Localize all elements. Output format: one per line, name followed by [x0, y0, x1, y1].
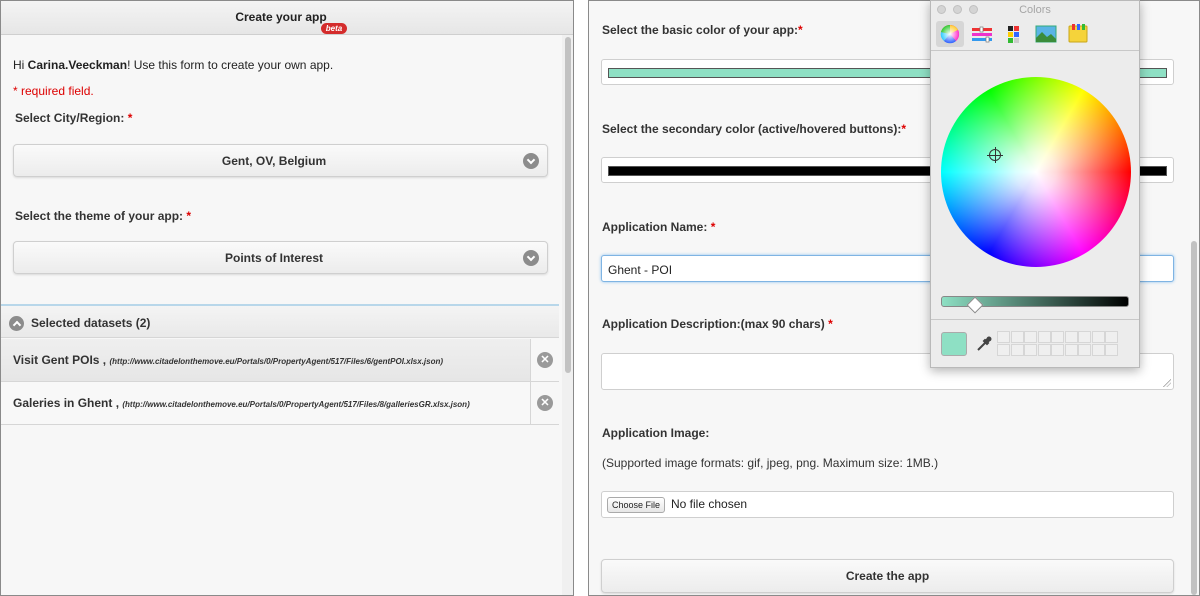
no-file-text: No file chosen	[671, 497, 748, 511]
greeting-text: Hi Carina.Veeckman! Use this form to cre…	[13, 58, 333, 72]
saved-swatch-cell[interactable]	[997, 331, 1010, 343]
color-picker-window: Colors	[930, 0, 1140, 368]
color-picker-title: Colors	[1019, 4, 1051, 16]
required-star: *	[710, 220, 716, 234]
saved-swatch-cell[interactable]	[1078, 344, 1091, 356]
greeting-prefix: Hi	[13, 58, 28, 72]
dataset-url: (http://www.citadelonthemove.eu/Portals/…	[122, 400, 470, 409]
datasets-collapsible-header[interactable]: Selected datasets (2)	[1, 304, 559, 338]
app-name-value: Ghent - POI	[608, 263, 673, 277]
app-image-note: (Supported image formats: gif, jpeg, png…	[602, 456, 939, 470]
image-palettes-icon[interactable]	[1032, 21, 1060, 47]
app-description-label-text: Application Description:(max 90 chars)	[602, 317, 825, 331]
secondary-color-label-text: Select the secondary color (active/hover…	[602, 122, 902, 136]
saved-swatch-cell[interactable]	[1024, 331, 1037, 343]
saved-swatch-cell[interactable]	[1105, 331, 1118, 343]
saved-swatch-cell[interactable]	[1105, 344, 1118, 356]
datasets-header-text: Selected datasets (2)	[31, 316, 151, 330]
required-star: *	[186, 209, 192, 223]
divider	[931, 50, 1139, 51]
scrollbar-thumb[interactable]	[1191, 241, 1197, 595]
choose-file-button[interactable]: Choose File	[607, 497, 665, 513]
city-label: Select City/Region: *	[15, 111, 132, 125]
beta-badge: beta	[321, 23, 347, 34]
saved-swatch-cell[interactable]	[1037, 331, 1051, 343]
saved-swatch-cell[interactable]	[1064, 331, 1078, 343]
required-star: *	[798, 23, 803, 37]
basic-color-label-text: Select the basic color of your app:	[602, 23, 799, 37]
create-app-button-label: Create the app	[845, 569, 930, 583]
color-wheel[interactable]	[941, 77, 1131, 267]
x-circle-icon: ✕	[537, 352, 553, 368]
scrollbar[interactable]	[562, 35, 573, 595]
crayons-icon[interactable]	[1064, 21, 1092, 47]
saved-swatches-grid	[997, 331, 1119, 357]
dataset-title: Galeries in Ghent ,	[13, 396, 120, 410]
secondary-color-label: Select the secondary color (active/hover…	[602, 122, 906, 136]
theme-select-value: Points of Interest	[224, 251, 323, 265]
dataset-name: Galeries in Ghent , (http://www.citadelo…	[13, 396, 470, 410]
color-mode-toolbar	[931, 19, 1139, 49]
chevron-up-icon	[9, 316, 24, 331]
saved-swatch-cell[interactable]	[1078, 331, 1091, 343]
city-select-value: Gent, OV, Belgium	[221, 154, 327, 168]
required-star: *	[828, 317, 833, 331]
remove-dataset-button[interactable]: ✕	[530, 339, 559, 381]
saved-swatch-cell[interactable]	[1051, 331, 1064, 343]
current-color-swatch[interactable]	[941, 332, 967, 356]
scrollbar-thumb[interactable]	[565, 37, 571, 373]
required-star: *	[901, 122, 907, 136]
palettes-icon[interactable]	[1000, 21, 1028, 47]
theme-select[interactable]: Points of Interest	[13, 241, 548, 274]
dataset-row: Galeries in Ghent , (http://www.citadelo…	[1, 382, 559, 425]
saved-swatch-cell[interactable]	[1091, 344, 1105, 356]
chevron-down-icon	[523, 153, 539, 169]
basic-color-label: Select the basic color of your app:*	[602, 23, 803, 37]
remove-dataset-button[interactable]: ✕	[530, 382, 559, 424]
city-select[interactable]: Gent, OV, Belgium	[13, 144, 548, 177]
scrollbar[interactable]	[1188, 241, 1199, 595]
saved-swatch-cell[interactable]	[1010, 331, 1024, 343]
saved-swatch-cell[interactable]	[997, 344, 1010, 356]
x-circle-icon: ✕	[537, 395, 553, 411]
create-app-panel: Create your app beta Hi Carina.Veeckman!…	[0, 0, 574, 596]
eyedropper-icon[interactable]	[975, 335, 993, 353]
saved-swatch-cell[interactable]	[1010, 344, 1024, 356]
theme-label: Select the theme of your app: *	[15, 209, 191, 223]
greeting-suffix: ! Use this form to create your own app.	[127, 58, 334, 72]
dataset-url: (http://www.citadelonthemove.eu/Portals/…	[109, 357, 444, 366]
chevron-down-icon	[523, 250, 539, 266]
dataset-name: Visit Gent POIs , (http://www.citadelont…	[13, 353, 443, 367]
app-name-label-text: Application Name:	[602, 220, 708, 234]
app-description-label: Application Description:(max 90 chars) *	[602, 317, 833, 331]
empty-area	[1, 425, 559, 595]
required-star: *	[127, 111, 133, 125]
theme-label-text: Select the theme of your app:	[15, 209, 184, 223]
required-note: * required field.	[13, 84, 94, 98]
crosshair-cursor[interactable]	[987, 147, 1003, 163]
saved-swatch-cell[interactable]	[1091, 331, 1105, 343]
dataset-title: Visit Gent POIs ,	[13, 353, 107, 367]
divider	[931, 319, 1139, 320]
saved-swatch-cell[interactable]	[1064, 344, 1078, 356]
sliders-icon[interactable]	[968, 21, 996, 47]
app-name-label: Application Name: *	[602, 220, 715, 234]
greeting-user: Carina.Veeckman	[27, 58, 128, 72]
app-image-label: Application Image:	[602, 426, 710, 440]
city-label-text: Select City/Region:	[15, 111, 125, 125]
create-app-button[interactable]: Create the app	[601, 559, 1174, 593]
color-wheel-icon[interactable]	[936, 21, 964, 47]
resize-handle[interactable]	[1163, 379, 1171, 387]
header-bar: Create your app beta	[1, 1, 573, 35]
dataset-row: Visit Gent POIs , (http://www.citadelont…	[1, 339, 559, 382]
file-input: Choose File No file chosen	[601, 491, 1174, 518]
saved-swatch-cell[interactable]	[1051, 344, 1064, 356]
color-picker-titlebar: Colors	[931, 1, 1139, 19]
page-title: Create your app	[235, 10, 327, 24]
saved-swatch-cell[interactable]	[1024, 344, 1037, 356]
saved-swatch-cell[interactable]	[1037, 344, 1051, 356]
